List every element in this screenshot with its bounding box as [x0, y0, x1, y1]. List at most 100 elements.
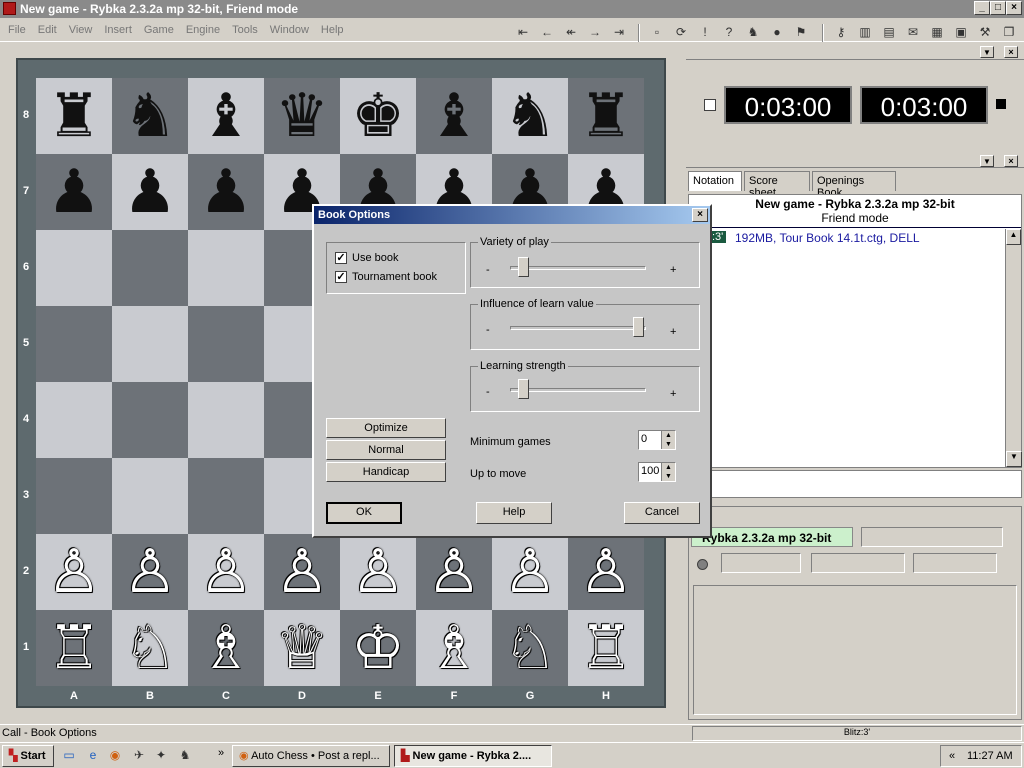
white-piece[interactable]: ♘ [503, 618, 557, 678]
white-piece[interactable]: ♗ [199, 618, 253, 678]
influence-slider[interactable] [633, 317, 644, 337]
square-d8[interactable]: ♛ [264, 78, 340, 154]
square-c4[interactable] [188, 382, 264, 458]
white-piece[interactable]: ♙ [199, 542, 253, 602]
pane-close-icon[interactable]: × [1004, 46, 1018, 58]
chess-quicklaunch-icon[interactable]: ♞ [176, 747, 194, 763]
online-icon[interactable]: ● [768, 24, 786, 40]
comment-box[interactable] [688, 470, 1022, 498]
white-piece[interactable]: ♙ [351, 542, 405, 602]
square-a3[interactable] [36, 458, 112, 534]
tools-icon[interactable]: ⚒ [976, 24, 994, 40]
up-to-move-spinner-icon[interactable]: ▲ ▼ [661, 463, 675, 481]
last-move-icon[interactable]: ⇥ [610, 24, 628, 40]
learning-slider[interactable] [518, 379, 530, 399]
black-piece[interactable]: ♞ [503, 86, 557, 146]
square-e1[interactable]: ♔ [340, 610, 416, 686]
handicap-button[interactable]: Handicap [326, 462, 446, 482]
menu-game[interactable]: Game [138, 20, 180, 36]
book-icon[interactable]: ▥ [856, 24, 874, 40]
hint-icon[interactable]: ! [696, 24, 714, 40]
min-games-input[interactable]: 0 ▲ ▼ [638, 430, 676, 450]
white-piece[interactable]: ♙ [123, 542, 177, 602]
first-move-icon[interactable]: ⇤ [514, 24, 532, 40]
menu-edit[interactable]: Edit [32, 20, 63, 36]
square-a7[interactable]: ♟ [36, 154, 112, 230]
flag-icon[interactable]: ⚑ [792, 24, 810, 40]
chart-icon[interactable]: ▤ [880, 24, 898, 40]
tray-chevron[interactable]: « [949, 750, 955, 762]
app-icon[interactable] [3, 2, 16, 15]
menu-insert[interactable]: Insert [98, 20, 138, 36]
pane-close-icon[interactable]: × [1004, 155, 1018, 167]
tournament-book-checkbox[interactable]: ✓ [335, 271, 347, 283]
notation-panel[interactable]: New game - Rybka 2.3.2a mp 32-bit Friend… [688, 194, 1022, 468]
white-piece[interactable]: ♖ [579, 618, 633, 678]
square-a5[interactable] [36, 306, 112, 382]
back-variation-icon[interactable]: ↞ [562, 24, 580, 40]
square-g1[interactable]: ♘ [492, 610, 568, 686]
engine-start-icon[interactable] [697, 559, 708, 570]
square-b7[interactable]: ♟ [112, 154, 188, 230]
menu-tools[interactable]: Tools [226, 20, 264, 36]
menu-engine[interactable]: Engine [180, 20, 226, 36]
square-b6[interactable] [112, 230, 188, 306]
taskbar-item-rybka[interactable]: ▙ New game - Rybka 2.... [394, 745, 552, 767]
cancel-button[interactable]: Cancel [624, 502, 700, 524]
square-b8[interactable]: ♞ [112, 78, 188, 154]
engine-output[interactable] [693, 585, 1017, 715]
firefox-icon[interactable]: ◉ [106, 747, 124, 763]
normal-button[interactable]: Normal [326, 440, 446, 460]
min-games-spinner-icon[interactable]: ▲ ▼ [661, 431, 675, 449]
square-h1[interactable]: ♖ [568, 610, 644, 686]
square-a6[interactable] [36, 230, 112, 306]
new-game-icon[interactable]: ▫ [648, 24, 666, 40]
square-c6[interactable] [188, 230, 264, 306]
black-piece[interactable]: ♜ [579, 86, 633, 146]
black-piece[interactable]: ♟ [199, 162, 253, 222]
square-h2[interactable]: ♙ [568, 534, 644, 610]
white-piece[interactable]: ♙ [427, 542, 481, 602]
square-b3[interactable] [112, 458, 188, 534]
menu-file[interactable]: File [0, 20, 32, 36]
square-b4[interactable] [112, 382, 188, 458]
flip-board-icon[interactable]: ⟳ [672, 24, 690, 40]
square-c7[interactable]: ♟ [188, 154, 264, 230]
database-icon[interactable]: ▦ [928, 24, 946, 40]
square-e2[interactable]: ♙ [340, 534, 416, 610]
square-f1[interactable]: ♗ [416, 610, 492, 686]
square-c1[interactable]: ♗ [188, 610, 264, 686]
menu-view[interactable]: View [63, 20, 99, 36]
black-piece[interactable]: ♝ [199, 86, 253, 146]
square-b5[interactable] [112, 306, 188, 382]
minimize-button[interactable]: _ [974, 1, 990, 15]
optimize-button[interactable]: Optimize [326, 418, 446, 438]
square-c8[interactable]: ♝ [188, 78, 264, 154]
square-f8[interactable]: ♝ [416, 78, 492, 154]
black-piece[interactable]: ♝ [427, 86, 481, 146]
square-a1[interactable]: ♖ [36, 610, 112, 686]
forward-move-icon[interactable]: → [586, 24, 604, 40]
square-d1[interactable]: ♕ [264, 610, 340, 686]
white-piece[interactable]: ♗ [427, 618, 481, 678]
square-g2[interactable]: ♙ [492, 534, 568, 610]
quicklaunch-icon[interactable]: ✈ [130, 747, 148, 763]
quicklaunch-icon[interactable]: ✦ [152, 747, 170, 763]
variety-slider[interactable] [518, 257, 530, 277]
maximize-button[interactable]: □ [990, 1, 1006, 15]
layout-icon[interactable]: ▣ [952, 24, 970, 40]
menu-help[interactable]: Help [315, 20, 350, 36]
close-button[interactable]: × [1006, 1, 1022, 15]
up-to-move-input[interactable]: 100 ▲ ▼ [638, 462, 676, 482]
white-piece[interactable]: ♙ [503, 542, 557, 602]
white-piece[interactable]: ♙ [275, 542, 329, 602]
black-piece[interactable]: ♛ [275, 86, 329, 146]
quicklaunch-chevron[interactable]: » [218, 747, 224, 759]
square-g8[interactable]: ♞ [492, 78, 568, 154]
black-piece[interactable]: ♚ [351, 86, 405, 146]
black-piece[interactable]: ♟ [123, 162, 177, 222]
ok-button[interactable]: OK [326, 502, 402, 524]
white-piece[interactable]: ♕ [275, 618, 329, 678]
ie-icon[interactable]: e [84, 747, 102, 763]
taskbar-item-auto-chess[interactable]: ◉ Auto Chess • Post a repl... [232, 745, 390, 767]
